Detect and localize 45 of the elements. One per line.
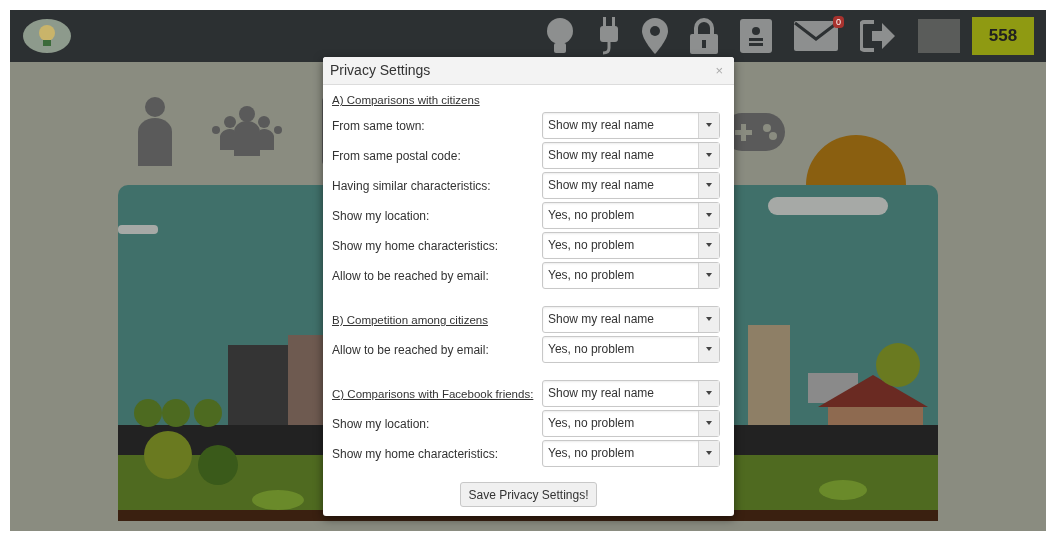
dropdown[interactable]: Show my real name (542, 379, 720, 407)
lightbulb-logo[interactable] (22, 18, 72, 54)
caret-icon (706, 347, 712, 351)
field-label: Allow to be reached by email: (332, 343, 489, 357)
dropdown[interactable]: Yes, no problem (542, 261, 720, 289)
dropdown[interactable]: Yes, no problem (542, 201, 720, 229)
caret-icon (706, 243, 712, 247)
notification-badge: 0 (833, 16, 844, 28)
section-heading: B) Competition among citizens (332, 314, 488, 326)
field-label: Allow to be reached by email: (332, 269, 489, 283)
caret-icon (706, 183, 712, 187)
dropdown[interactable]: Show my real name (542, 111, 720, 139)
caret-icon (706, 317, 712, 321)
caret-icon (706, 391, 712, 395)
field-label: From same town: (332, 119, 425, 133)
section-heading: C) Comparisons with Facebook friends: (332, 388, 534, 400)
field-label: Show my home characteristics: (332, 239, 499, 253)
save-button[interactable]: Save Privacy Settings! (460, 482, 597, 507)
cloud-drawing (118, 225, 158, 234)
dropdown[interactable]: Show my real name (542, 305, 720, 333)
dropdown[interactable]: Yes, no problem (542, 409, 720, 437)
dropdown[interactable]: Yes, no problem (542, 439, 720, 467)
logout-icon[interactable] (860, 20, 896, 52)
caret-icon (706, 213, 712, 217)
field-label: Having similar characteristics: (332, 179, 491, 193)
field-label: Show my home characteristics: (332, 447, 499, 461)
lightbulb-icon[interactable] (544, 17, 576, 55)
field-label: From same postal code: (332, 149, 461, 163)
field-label: Show my location: (332, 209, 430, 223)
caret-icon (706, 153, 712, 157)
caret-icon (706, 273, 712, 277)
dropdown[interactable]: Yes, no problem (542, 231, 720, 259)
id-card-icon[interactable] (740, 19, 772, 53)
mail-icon[interactable] (794, 21, 838, 51)
caret-icon (706, 123, 712, 127)
section-heading: A) Comparisons with citizens (332, 93, 480, 109)
map-pin-icon[interactable] (642, 18, 668, 54)
dialog-title: Privacy Settings (330, 61, 431, 80)
plug-icon[interactable] (598, 17, 620, 55)
score-counter: 558 (972, 17, 1034, 55)
lock-icon[interactable] (690, 18, 718, 54)
dropdown[interactable]: Show my real name (542, 141, 720, 169)
field-label: Show my location: (332, 417, 430, 431)
dropdown[interactable]: Show my real name (542, 171, 720, 199)
dropdown[interactable]: Yes, no problem (542, 335, 720, 363)
